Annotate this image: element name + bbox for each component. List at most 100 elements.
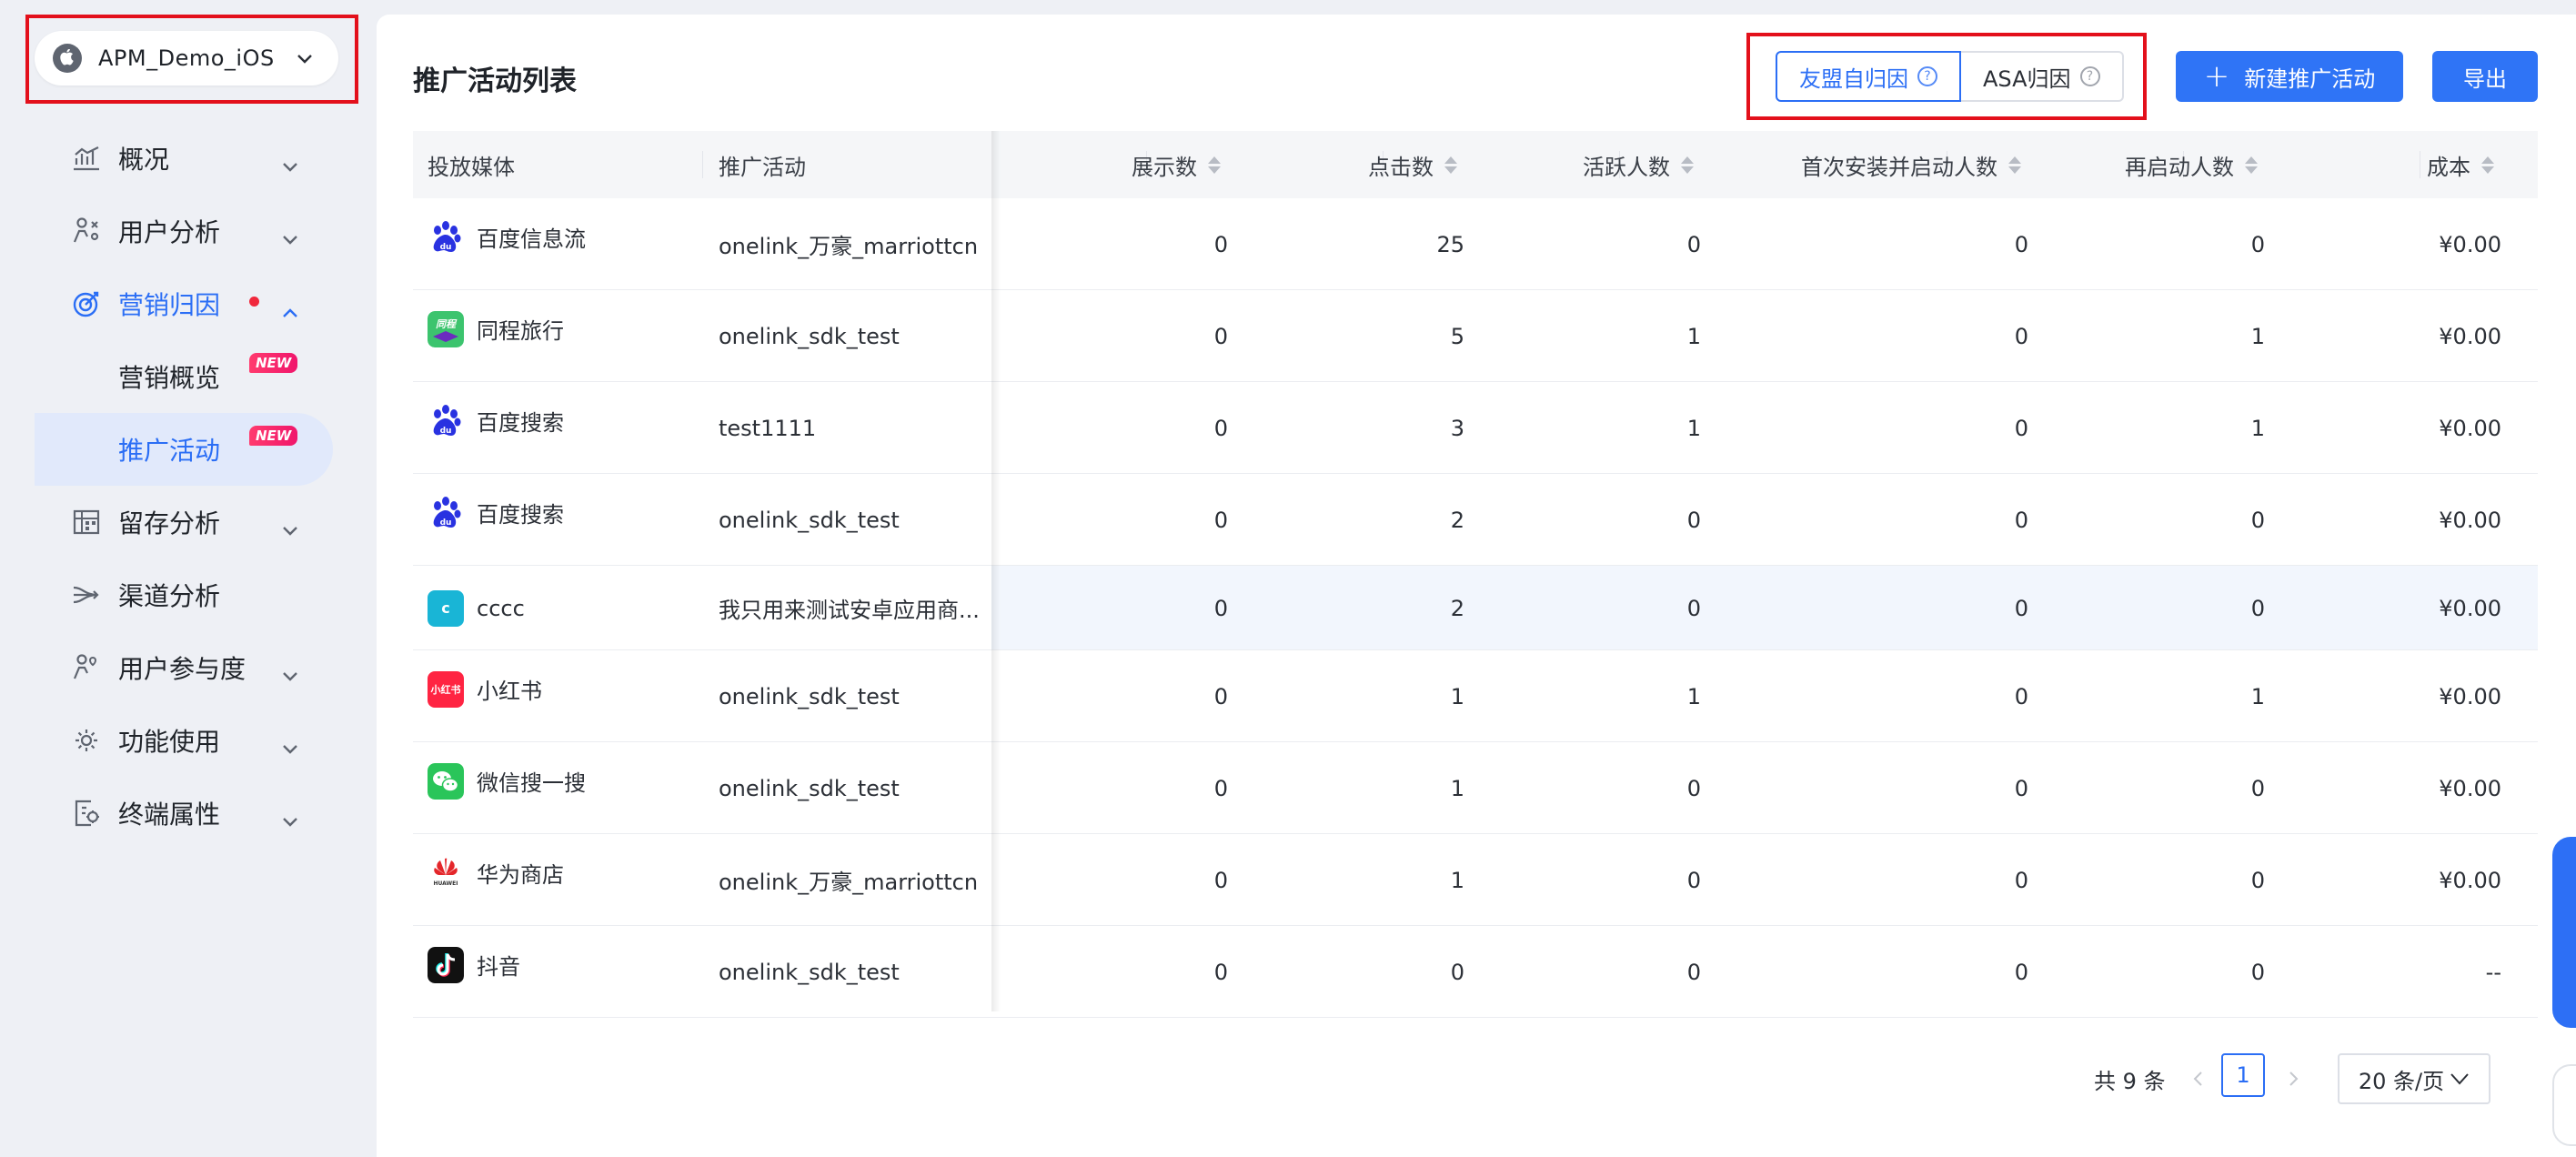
- new-badge: NEW: [249, 426, 298, 446]
- cell-active-users: 0: [1686, 231, 1701, 257]
- col-header-impressions[interactable]: 展示数: [1001, 149, 1221, 181]
- sidebar-item-user-analysis[interactable]: 用户分析: [35, 195, 335, 267]
- table-row[interactable]: HUAWEI 华为商店 onelink_万豪_marriottcn 0 1 0 0 0 ¥0.0…: [413, 834, 2538, 926]
- cell-media: du 百度信息流: [428, 191, 586, 283]
- table-row[interactable]: du 百度搜索 onelink_sdk_test 0 2 0 0 0 ¥0.00: [413, 474, 2538, 566]
- cell-impressions: 0: [1213, 683, 1228, 709]
- media-name: 百度搜索: [477, 502, 564, 528]
- cell-first-install: 0: [2014, 959, 2028, 985]
- export-button[interactable]: 导出: [2432, 51, 2538, 102]
- cell-cost: ¥0.00: [2439, 507, 2501, 533]
- trend-chart-icon: [71, 143, 102, 174]
- cell-media: HUAWEI 华为商店: [428, 827, 564, 919]
- sidebar-nav: 概况 用户分析 营销归因 营销概览 NEW 推广活动 NEW 留存分析 渠道分析…: [35, 122, 335, 850]
- xiaohongshu-icon: 小红书: [428, 670, 464, 708]
- col-header-campaign: 推广活动: [719, 154, 806, 180]
- sort-icon[interactable]: [1444, 156, 1457, 174]
- table-row[interactable]: c cccc 我只用来测试安卓应用商... 0 2 0 0 0 ¥0.00: [413, 566, 2538, 650]
- cell-clicks: 5: [1450, 323, 1464, 349]
- cell-relaunch: 0: [2250, 867, 2265, 893]
- cell-campaign: onelink_sdk_test: [719, 775, 900, 801]
- feature-gear-icon: [71, 725, 102, 756]
- retention-grid-icon: [71, 507, 102, 538]
- sidebar-item-channel[interactable]: 渠道分析: [35, 558, 335, 631]
- cell-cost: ¥0.00: [2439, 415, 2501, 441]
- cell-media: c cccc: [428, 566, 525, 650]
- sidebar: APM_Demo_iOS 概况 用户分析 营销归因 营销概览 NEW 推广活动 …: [0, 0, 364, 1157]
- sidebar-item-retention[interactable]: 留存分析: [35, 486, 335, 558]
- pagination-total: 共 9 条: [2094, 1068, 2166, 1094]
- new-campaign-button[interactable]: + 新建推广活动: [2176, 51, 2403, 102]
- page-number-current[interactable]: 1: [2221, 1053, 2265, 1097]
- sidebar-item-feature-usage[interactable]: 功能使用: [35, 704, 335, 777]
- new-badge: NEW: [249, 353, 298, 373]
- floating-tool-handle[interactable]: [2552, 1064, 2576, 1146]
- baidu-icon: du: [428, 495, 464, 531]
- cell-impressions: 0: [1213, 867, 1228, 893]
- cell-cost: ¥0.00: [2439, 595, 2501, 621]
- col-header-relaunch[interactable]: 再启动人数: [2038, 149, 2258, 181]
- user-analysis-icon: [71, 216, 102, 246]
- cell-first-install: 0: [2014, 595, 2028, 621]
- sidebar-subitem-campaigns[interactable]: 推广活动 NEW: [35, 413, 333, 486]
- engagement-icon: [71, 652, 102, 683]
- cell-active-users: 0: [1686, 867, 1701, 893]
- cell-campaign: onelink_sdk_test: [719, 683, 900, 709]
- col-header-clicks[interactable]: 点击数: [1237, 149, 1457, 181]
- cell-clicks: 0: [1450, 959, 1464, 985]
- cell-relaunch: 0: [2250, 959, 2265, 985]
- prev-page-icon[interactable]: [2192, 1053, 2203, 1104]
- cell-clicks: 2: [1450, 507, 1464, 533]
- table-row[interactable]: 微信搜一搜 onelink_sdk_test 0 1 0 0 0 ¥0.00: [413, 742, 2538, 834]
- table-row[interactable]: 抖音 onelink_sdk_test 0 0 0 0 0 --: [413, 926, 2538, 1018]
- wechat-icon: [428, 762, 464, 800]
- floating-assistant-handle[interactable]: [2552, 837, 2576, 1028]
- media-name: 微信搜一搜: [477, 770, 586, 796]
- device-attr-icon: [71, 798, 102, 829]
- page-size-select[interactable]: 20 条/页: [2338, 1053, 2490, 1104]
- next-page-icon[interactable]: [2289, 1053, 2299, 1104]
- cell-impressions: 0: [1213, 959, 1228, 985]
- cell-media: 小红书 小红书: [428, 643, 542, 735]
- cell-first-install: 0: [2014, 323, 2028, 349]
- table-row[interactable]: 同程 同程旅行 onelink_sdk_test 0 5 1 0 1 ¥0.00: [413, 290, 2538, 382]
- sidebar-item-engagement[interactable]: 用户参与度: [35, 631, 335, 704]
- cell-clicks: 1: [1450, 867, 1464, 893]
- baidu-icon: du: [428, 403, 464, 439]
- cell-impressions: 0: [1213, 595, 1228, 621]
- chevron-down-icon: [282, 659, 298, 689]
- media-name: 百度搜索: [477, 410, 564, 436]
- cell-first-install: 0: [2014, 867, 2028, 893]
- cell-clicks: 25: [1436, 231, 1464, 257]
- cell-campaign: onelink_万豪_marriottcn: [719, 234, 979, 259]
- cell-cost: --: [2485, 959, 2501, 985]
- svg-text:du: du: [440, 427, 452, 436]
- huawei-icon: HUAWEI: [428, 855, 464, 891]
- chevron-down-icon: [282, 804, 298, 834]
- cell-campaign: onelink_sdk_test: [719, 507, 900, 533]
- sidebar-item-overview[interactable]: 概况: [35, 122, 335, 195]
- cell-campaign: onelink_万豪_marriottcn: [719, 870, 979, 895]
- table-row[interactable]: 小红书 小红书 onelink_sdk_test 0 1 1 0 1 ¥0.00: [413, 650, 2538, 742]
- chevron-up-icon: [282, 295, 298, 325]
- notification-dot: [249, 297, 259, 307]
- cell-active-users: 0: [1686, 595, 1701, 621]
- sort-icon[interactable]: [2481, 156, 2494, 174]
- col-header-cost[interactable]: 成本: [2274, 149, 2494, 181]
- table-row[interactable]: du 百度信息流 onelink_万豪_marriottcn 0 25 0 0 0 ¥0.00: [413, 198, 2538, 290]
- campaign-table: 投放媒体 推广活动 展示数 点击数 活跃人数 首次安装并启动人数 再启动人数 成…: [413, 131, 2538, 1018]
- sidebar-subitem-marketing-overview[interactable]: 营销概览 NEW: [35, 340, 335, 413]
- media-name: 抖音: [477, 954, 520, 980]
- sidebar-item-device-attributes[interactable]: 终端属性: [35, 777, 335, 850]
- sort-icon[interactable]: [1208, 156, 1221, 174]
- sort-icon[interactable]: [2008, 156, 2021, 174]
- cell-cost: ¥0.00: [2439, 775, 2501, 801]
- cell-relaunch: 0: [2250, 231, 2265, 257]
- col-header-first-install[interactable]: 首次安装并启动人数: [1655, 149, 2021, 181]
- table-row[interactable]: du 百度搜索 test1111 0 3 1 0 1 ¥0.00: [413, 382, 2538, 474]
- col-header-media: 投放媒体: [428, 154, 515, 180]
- cell-campaign: onelink_sdk_test: [719, 323, 900, 349]
- sort-icon[interactable]: [2245, 156, 2258, 174]
- baidu-icon: du: [428, 219, 464, 256]
- sidebar-item-marketing-attribution[interactable]: 营销归因: [35, 267, 335, 340]
